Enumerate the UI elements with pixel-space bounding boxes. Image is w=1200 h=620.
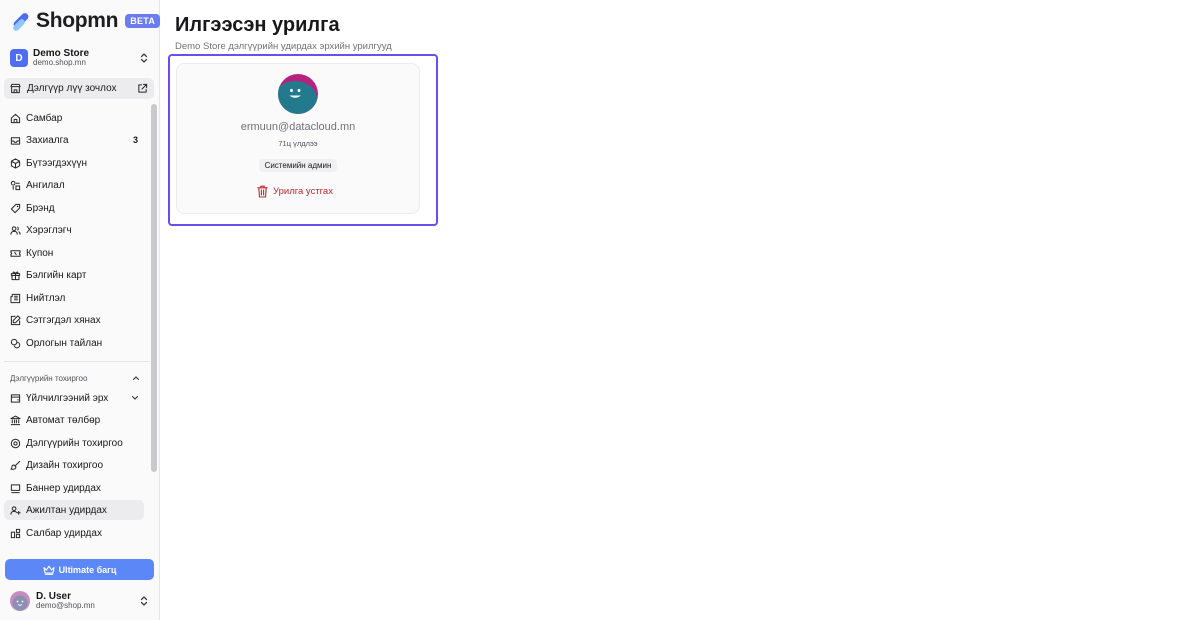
revoke-invitation-button[interactable]: Урилга устгах — [257, 183, 333, 199]
logo-icon — [13, 13, 29, 31]
users-icon — [10, 225, 21, 235]
user-email: demo@shop.mn — [36, 601, 95, 611]
shapes-icon — [10, 180, 21, 190]
sidebar-item-label: Бүтээгдэхүүн — [26, 157, 88, 169]
chevrons-up-down-icon — [140, 596, 148, 606]
sidebar-item-subscription[interactable]: Үйлчилгээний эрх — [4, 388, 144, 408]
sidebar-item-label: Самбар — [26, 112, 63, 124]
sidebar-item-categories[interactable]: Ангилал — [4, 175, 144, 195]
sidebar-item-dashboard[interactable]: Самбар — [4, 108, 144, 128]
sidebar-item-label: Үйлчилгээний эрх — [26, 392, 109, 404]
settings-section-label: Дэлгүүрийн тохиргоо — [10, 373, 88, 383]
invitee-email: ermuun@datacloud.mn — [240, 121, 356, 133]
role-badge: Системийн админ — [258, 159, 338, 172]
visit-store-button[interactable]: Дэлгүүр лүү зочлох — [4, 78, 154, 99]
store-icon — [10, 83, 21, 94]
sidebar-item-label: Орлогын тайлан — [26, 337, 103, 349]
sidebar-item-orders[interactable]: Захиалга 3 — [4, 130, 144, 150]
package-icon — [10, 157, 21, 169]
sidebar-scrollbar[interactable] — [151, 104, 157, 472]
sidebar-item-banners[interactable]: Баннер удирдах — [4, 478, 144, 498]
orders-icon — [10, 136, 21, 145]
paintbrush-icon — [10, 460, 21, 470]
chevron-down-icon — [131, 395, 139, 400]
sidebar-item-auto-payment[interactable]: Автомат төлбөр — [4, 410, 144, 430]
revoke-invitation-label: Урилга устгах — [273, 185, 333, 197]
sidebar-item-store-settings[interactable]: Дэлгүүрийн тохиргоо — [4, 433, 144, 453]
banner-icon — [10, 483, 21, 493]
user-menu[interactable]: D. User demo@shop.mn — [10, 590, 152, 612]
sidebar-item-label: Брэнд — [26, 202, 55, 214]
sidebar-item-products[interactable]: Бүтээгдэхүүн — [4, 153, 144, 173]
sidebar-item-label: Салбар удирдах — [26, 527, 102, 539]
ultimate-plan-label: Ultimate багц — [58, 564, 117, 575]
avatar — [10, 591, 30, 611]
sidebar-item-design-settings[interactable]: Дизайн тохиргоо — [4, 455, 144, 475]
sidebar-nav: Самбар Захиалга 3 Бүтээгдэхүүн Ангилал Б… — [0, 104, 150, 556]
sidebar-item-label: Автомат төлбөр — [26, 414, 101, 426]
crown-icon — [43, 565, 55, 575]
sidebar-item-label: Захиалга — [26, 134, 69, 146]
sidebar-item-label: Сэтгэгдэл хянах — [26, 314, 101, 326]
ticket-icon — [10, 249, 21, 257]
sidebar-item-label: Дизайн тохиргоо — [26, 459, 104, 471]
trash-icon — [257, 185, 268, 198]
sidebar-item-label: Баннер удирдах — [26, 482, 101, 494]
brand-logo[interactable]: Shopmn BETA — [10, 8, 161, 34]
bank-icon — [10, 415, 21, 425]
settings-section-toggle[interactable]: Дэлгүүрийн тохиргоо — [10, 371, 140, 385]
sidebar-item-revenue-report[interactable]: Орлогын тайлан — [4, 333, 144, 353]
sidebar-item-customers[interactable]: Хэрэглэгч — [4, 220, 144, 240]
beta-badge: BETA — [125, 14, 161, 28]
invitation-time-remaining: 71ц үлдлээ — [278, 139, 318, 148]
sidebar-item-label: Дэлгүүрийн тохиргоо — [26, 437, 123, 449]
gift-icon — [10, 271, 21, 280]
sidebar-item-label: Нийтлэл — [26, 292, 66, 304]
page-subtitle: Demo Store дэлгүүрийн удирдах эрхийн ури… — [175, 41, 392, 52]
coins-icon — [10, 338, 21, 348]
ultimate-plan-button[interactable]: Ultimate багц — [5, 559, 154, 580]
sidebar-item-reviews[interactable]: Сэтгэгдэл хянах — [4, 310, 144, 330]
chevron-up-icon — [132, 376, 140, 381]
chevrons-up-down-icon — [140, 53, 148, 63]
sidebar-item-label: Купон — [26, 247, 54, 259]
sidebar-item-branches[interactable]: Салбар удирдах — [4, 523, 144, 543]
sidebar-item-coupons[interactable]: Купон — [4, 243, 144, 263]
sidebar-item-staff[interactable]: Ажилтан удирдах — [4, 500, 144, 520]
sidebar: Shopmn BETA D Demo Store demo.shop.mn Дэ… — [0, 0, 161, 620]
page-title: Илгээсэн урилга — [175, 14, 340, 36]
invitee-avatar — [278, 74, 318, 114]
user-plus-icon — [10, 505, 21, 515]
sidebar-item-label: Ангилал — [26, 179, 65, 191]
store-switcher[interactable]: D Demo Store demo.shop.mn — [10, 47, 152, 69]
brand-name: Shopmn — [36, 9, 119, 32]
subscription-icon — [10, 393, 21, 403]
sidebar-item-articles[interactable]: Нийтлэл — [4, 288, 144, 308]
visit-store-label: Дэлгүүр лүү зочлох — [27, 83, 117, 94]
comment-review-icon — [10, 314, 21, 325]
tag-icon — [10, 203, 21, 213]
branch-icon — [10, 528, 21, 538]
sidebar-item-gift-cards[interactable]: Бэлгийн карт — [4, 265, 144, 285]
sidebar-item-label: Ажилтан удирдах — [26, 504, 107, 516]
orders-count-badge: 3 — [132, 135, 138, 145]
invitation-card: ermuun@datacloud.mn 71ц үлдлээ Системийн… — [176, 63, 420, 214]
sidebar-item-brands[interactable]: Брэнд — [4, 198, 144, 218]
store-domain: demo.shop.mn — [33, 58, 86, 68]
nav-divider — [4, 361, 150, 362]
external-link-icon — [138, 83, 148, 93]
home-icon — [10, 113, 21, 123]
settings-icon — [10, 438, 21, 448]
store-avatar: D — [10, 49, 28, 67]
sidebar-item-label: Бэлгийн карт — [26, 269, 87, 281]
sidebar-item-label: Хэрэглэгч — [26, 224, 72, 236]
newspaper-icon — [10, 293, 21, 303]
